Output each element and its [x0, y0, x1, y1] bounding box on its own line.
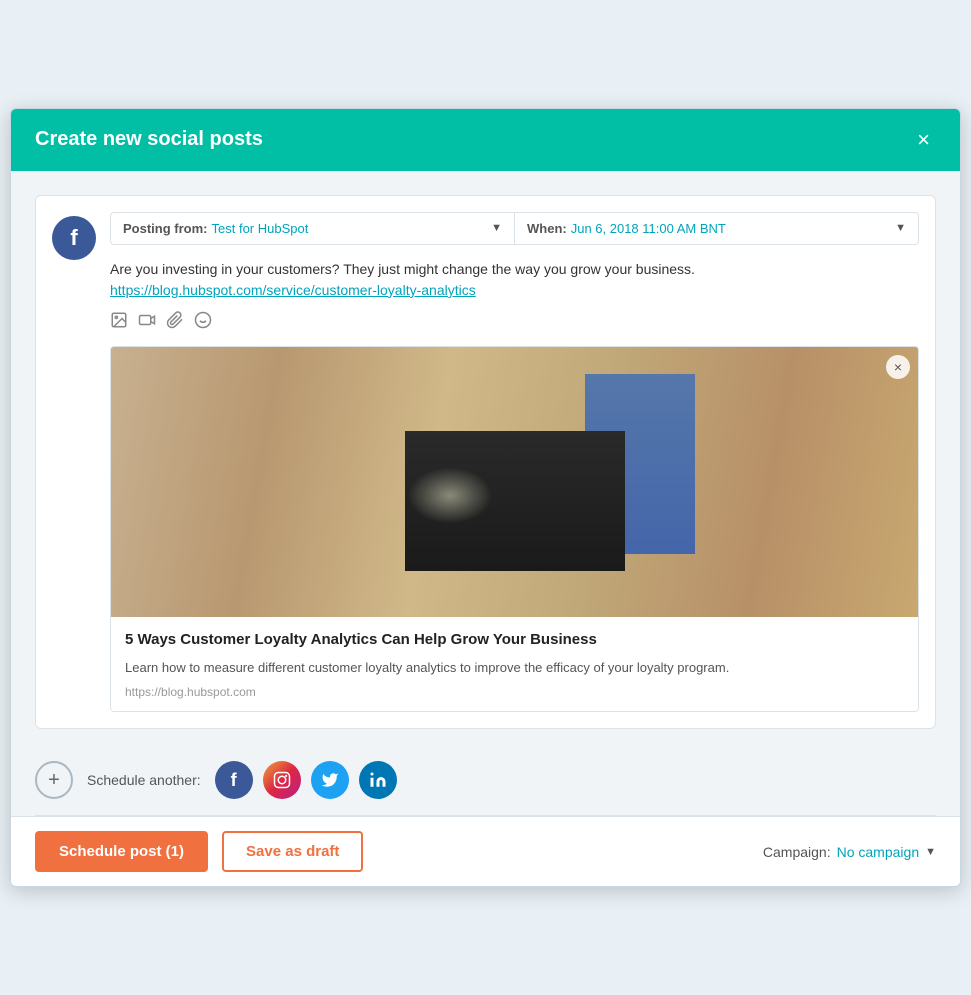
- add-network-button[interactable]: +: [35, 761, 73, 799]
- schedule-post-button[interactable]: Schedule post (1): [35, 831, 208, 872]
- campaign-arrow-icon[interactable]: ▼: [925, 846, 936, 858]
- image-icon[interactable]: [110, 311, 128, 334]
- post-toolbar: [110, 311, 919, 334]
- when-arrow-icon: ▼: [895, 222, 906, 234]
- preview-close-button[interactable]: ×: [886, 355, 910, 379]
- posting-from-section[interactable]: Posting from: Test for HubSpot ▼: [111, 213, 515, 244]
- modal-header: Create new social posts ×: [11, 109, 960, 171]
- preview-description: Learn how to measure different customer …: [125, 658, 904, 678]
- post-content: Posting from: Test for HubSpot ▼ When: J…: [110, 212, 919, 713]
- campaign-section: Campaign: No campaign ▼: [763, 844, 936, 860]
- schedule-another-label: Schedule another:: [87, 772, 201, 788]
- save-as-draft-button[interactable]: Save as draft: [222, 831, 363, 872]
- modal-footer: Schedule post (1) Save as draft Campaign…: [11, 816, 960, 886]
- post-meta-bar: Posting from: Test for HubSpot ▼ When: J…: [110, 212, 919, 245]
- emoji-icon[interactable]: [194, 311, 212, 334]
- posting-from-arrow-icon: ▼: [491, 222, 502, 234]
- facebook-avatar: f: [52, 216, 96, 260]
- when-value: Jun 6, 2018 11:00 AM BNT: [571, 221, 726, 236]
- create-social-posts-modal: Create new social posts × f Posting from…: [10, 108, 961, 888]
- scene-overlay: [111, 347, 918, 617]
- social-network-icons: f: [215, 761, 397, 799]
- post-link[interactable]: https://blog.hubspot.com/service/custome…: [110, 282, 476, 298]
- preview-title: 5 Ways Customer Loyalty Analytics Can He…: [125, 629, 904, 650]
- attachment-icon[interactable]: [166, 311, 184, 334]
- link-preview-card: × 5 Ways Customer Loyalty Analytics Can …: [110, 346, 919, 713]
- social-bar: + Schedule another: f: [11, 745, 960, 815]
- preview-info: 5 Ways Customer Loyalty Analytics Can He…: [111, 617, 918, 712]
- preview-url: https://blog.hubspot.com: [125, 685, 904, 699]
- post-text: Are you investing in your customers? The…: [110, 259, 919, 301]
- instagram-network-icon[interactable]: [263, 761, 301, 799]
- facebook-network-icon[interactable]: f: [215, 761, 253, 799]
- twitter-network-icon[interactable]: [311, 761, 349, 799]
- preview-image: ×: [111, 347, 918, 617]
- modal-body: f Posting from: Test for HubSpot ▼ When:…: [11, 171, 960, 746]
- posting-from-label: Posting from:: [123, 221, 208, 236]
- linkedin-network-icon[interactable]: [359, 761, 397, 799]
- when-label: When:: [527, 221, 567, 236]
- campaign-value: No campaign: [837, 844, 920, 860]
- modal-title: Create new social posts: [35, 128, 263, 151]
- close-button[interactable]: ×: [911, 127, 936, 153]
- posting-from-value: Test for HubSpot: [212, 221, 309, 236]
- post-card: f Posting from: Test for HubSpot ▼ When:…: [35, 195, 936, 730]
- when-section[interactable]: When: Jun 6, 2018 11:00 AM BNT ▼: [515, 213, 918, 244]
- campaign-label: Campaign:: [763, 844, 831, 860]
- video-icon[interactable]: [138, 311, 156, 334]
